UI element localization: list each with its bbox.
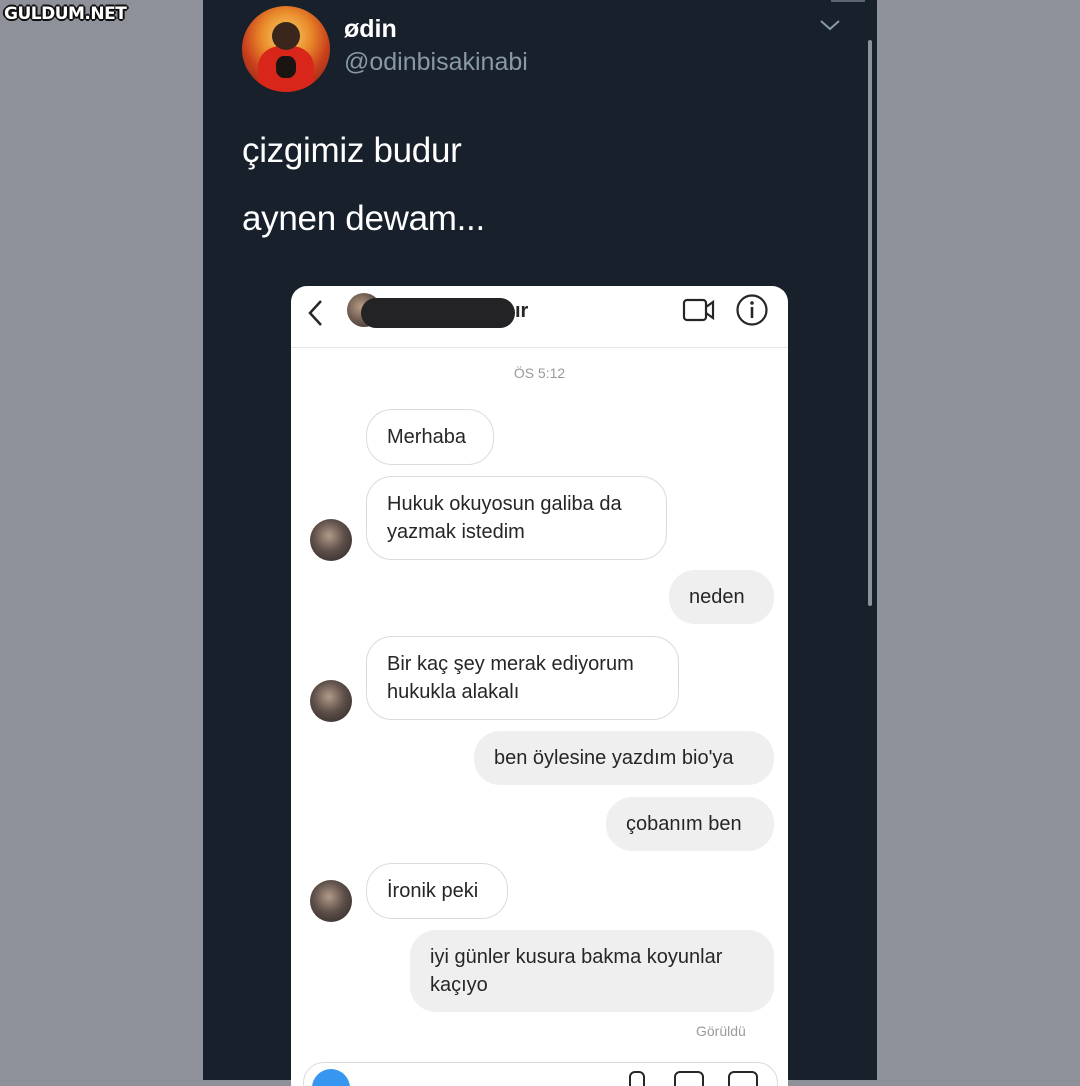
- dm-screenshot: ır ÖS 5:12 Merhaba Hukuk okuyosun galiba…: [291, 286, 788, 1086]
- camera-icon[interactable]: [312, 1069, 350, 1086]
- message-composer[interactable]: [303, 1062, 778, 1086]
- watermark-logo: GULDUM.NET: [4, 4, 127, 24]
- tweet-text-line: çizgimiz budur: [242, 131, 462, 170]
- sender-avatar: [310, 680, 352, 722]
- mic-icon[interactable]: [629, 1071, 645, 1086]
- message-bubble-sent[interactable]: neden: [669, 570, 774, 624]
- message-bubble-received[interactable]: İronik peki: [366, 863, 508, 919]
- seen-status: Görüldü: [696, 1023, 746, 1039]
- chevron-down-icon[interactable]: [819, 18, 841, 32]
- profile-avatar[interactable]: [242, 6, 330, 92]
- user-handle[interactable]: @odinbisakinabi: [344, 48, 528, 77]
- scrollbar[interactable]: [868, 40, 872, 606]
- sender-avatar: [310, 880, 352, 922]
- back-arrow-icon[interactable]: [306, 298, 326, 328]
- chat-header: ır: [291, 286, 788, 348]
- video-call-icon[interactable]: [682, 295, 716, 325]
- message-bubble-received[interactable]: Hukuk okuyosun galiba da yazmak istedim: [366, 476, 667, 560]
- message-bubble-received[interactable]: Bir kaç şey merak ediyorum hukukla alaka…: [366, 636, 679, 720]
- message-bubble-sent[interactable]: iyi günler kusura bakma koyunlar kaçıyo: [410, 930, 774, 1012]
- message-bubble-sent[interactable]: ben öylesine yazdım bio'ya: [474, 731, 774, 785]
- message-bubble-received[interactable]: Merhaba: [366, 409, 494, 465]
- tweet-card: ødin @odinbisakinabi çizgimiz budur ayne…: [203, 0, 877, 1086]
- contact-name[interactable]: ır: [515, 300, 528, 323]
- gallery-icon[interactable]: [674, 1071, 704, 1086]
- info-icon[interactable]: [735, 293, 769, 327]
- sticker-icon[interactable]: [728, 1071, 758, 1086]
- message-timestamp: ÖS 5:12: [513, 365, 566, 381]
- redaction-bar: [361, 298, 515, 328]
- sender-avatar: [310, 519, 352, 561]
- display-name[interactable]: ødin: [344, 15, 397, 44]
- message-bubble-sent[interactable]: çobanım ben: [606, 797, 774, 851]
- top-divider: [831, 0, 865, 2]
- tweet-text-line: aynen dewam...: [242, 199, 485, 238]
